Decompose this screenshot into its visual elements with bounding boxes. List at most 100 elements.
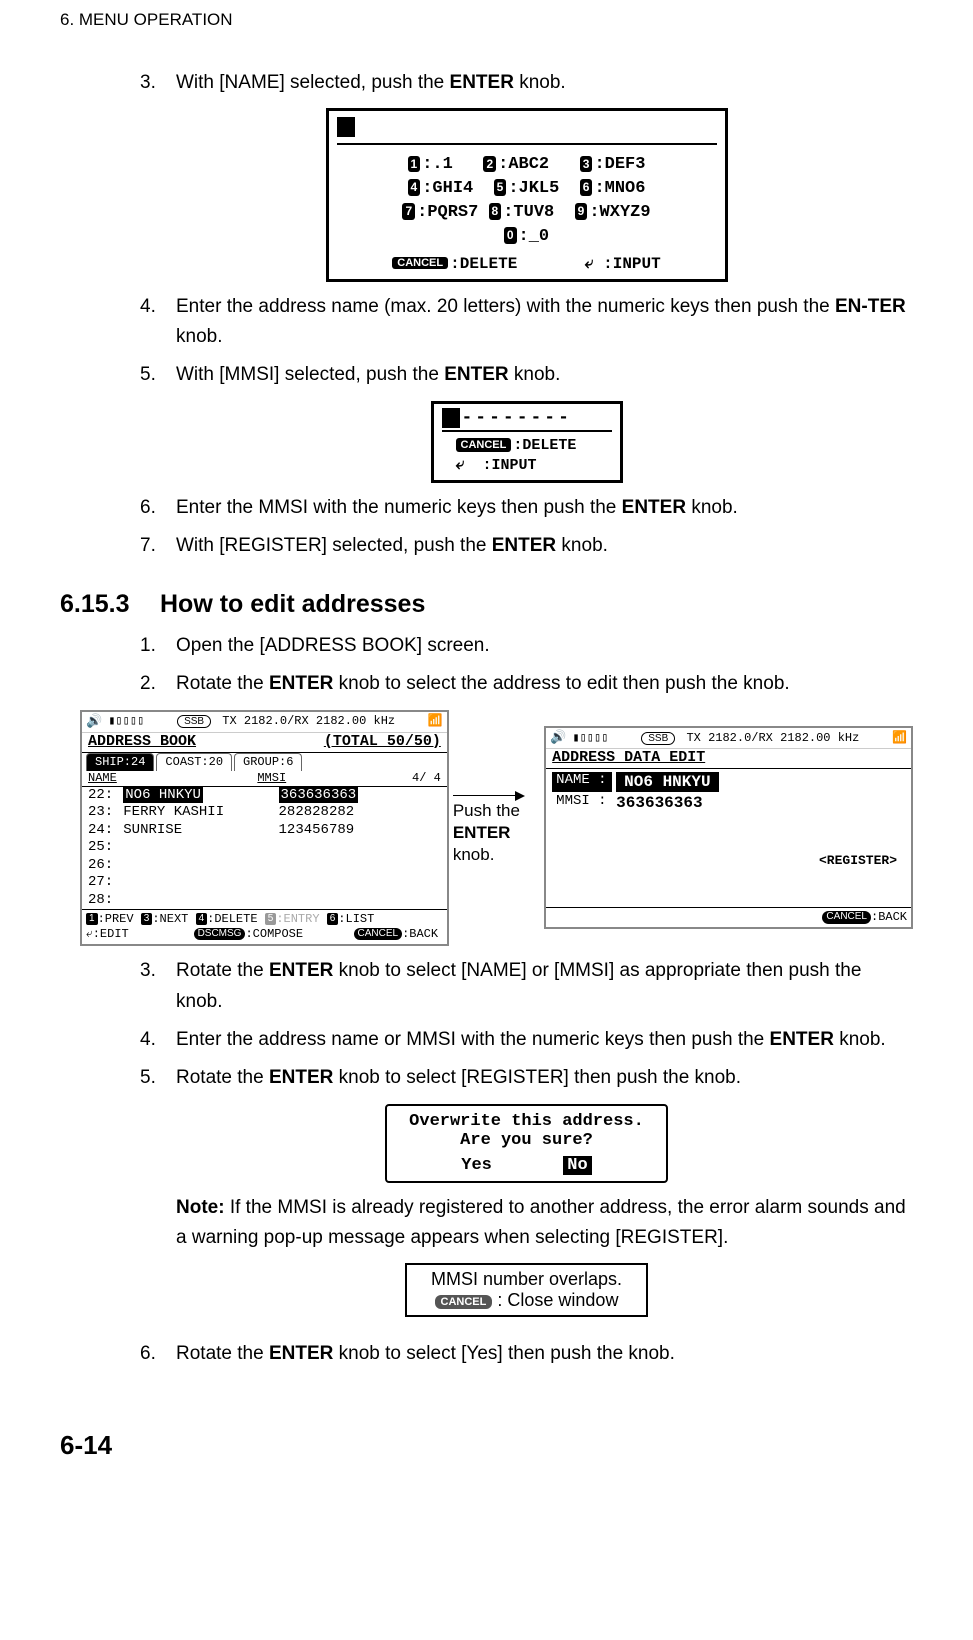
table-row[interactable]: 23:FERRY KASHII282828282: [88, 804, 441, 822]
transition-arrow: Push the ENTER knob.: [449, 789, 544, 866]
enter-arrow-icon: ⤶: [456, 455, 465, 476]
table-row[interactable]: 26:: [88, 857, 441, 875]
step-b6: 6. Rotate the ENTER knob to select [Yes]…: [140, 1339, 913, 1369]
step-b5-num: 5.: [140, 1063, 176, 1093]
foot-list: :LIST: [338, 912, 374, 926]
step-a5: 5. With [MMSI] selected, push the ENTER …: [140, 360, 913, 390]
key-2-icon: 2: [483, 156, 496, 173]
bar-indicator-icon: ▮▯▯▯▯: [108, 714, 144, 729]
enter-arrow-icon: ⤶: [86, 927, 93, 941]
cancel-key-icon: CANCEL: [456, 438, 512, 452]
key-7-label: :PQRS7: [417, 203, 478, 222]
key-6-label: :MNO6: [594, 179, 645, 198]
warning-close-label: : Close window: [497, 1290, 618, 1310]
mmsi-placeholder: --------: [462, 408, 572, 428]
key-3-icon: 3: [580, 156, 593, 173]
antenna-icon: 📶: [892, 731, 907, 746]
section-number: 6.15.3: [60, 590, 160, 619]
figure1-footer: CANCEL:DELETE ⤶ :INPUT: [337, 255, 717, 273]
step-a4-num: 4.: [140, 292, 176, 353]
cancel-key-icon: CANCEL: [354, 928, 403, 941]
name-field-label: NAME :: [552, 772, 612, 792]
foot-delete: :DELETE: [207, 912, 257, 926]
foot-back: :BACK: [402, 927, 438, 941]
table-row[interactable]: 25:: [88, 839, 441, 857]
confirm-no[interactable]: No: [563, 1156, 591, 1175]
register-button[interactable]: <REGISTER>: [552, 853, 905, 869]
step-b2-num: 2.: [140, 669, 176, 699]
step-b3-num: 3.: [140, 956, 176, 1017]
key-9-icon: 9: [575, 203, 588, 220]
foot-next: :NEXT: [152, 912, 188, 926]
screen1-subtitle: (TOTAL 50/50): [324, 733, 441, 752]
input-label: :INPUT: [603, 255, 661, 273]
section-title: How to edit addresses: [160, 590, 425, 619]
tab-group[interactable]: GROUP:6: [234, 753, 302, 771]
step-b3: 3. Rotate the ENTER knob to select [NAME…: [140, 956, 913, 1017]
address-rows: 22:NO6 HNKYU36363636323:FERRY KASHII2828…: [82, 787, 447, 910]
tab-ship[interactable]: SHIP:24: [86, 753, 154, 771]
step-a7-num: 7.: [140, 531, 176, 561]
step-b6-num: 6.: [140, 1339, 176, 1369]
cursor-icon: [442, 408, 460, 428]
key-4-label: :GHI4: [422, 179, 473, 198]
key-1-label: :.1: [422, 155, 453, 174]
step-b2-text: Rotate the ENTER knob to select the addr…: [176, 669, 913, 699]
col-page: 4/ 4: [384, 771, 440, 786]
key-6-icon: 6: [580, 179, 593, 196]
warning-line1: MMSI number overlaps.: [431, 1269, 622, 1290]
arrow-label: Push the ENTER knob.: [453, 800, 540, 866]
table-row[interactable]: 24:SUNRISE123456789: [88, 822, 441, 840]
input-label: :INPUT: [482, 457, 536, 474]
screen2-title: ADDRESS DATA EDIT: [552, 749, 705, 768]
step-a3: 3. With [NAME] selected, push the ENTER …: [140, 68, 913, 98]
mmsi-field-label: MMSI :: [552, 793, 612, 813]
mmsi-field-value[interactable]: 363636363: [616, 793, 702, 813]
section-heading: 6.15.3 How to edit addresses: [60, 590, 913, 619]
confirm-line1: Overwrite this address.: [409, 1112, 644, 1131]
cancel-key-icon: CANCEL: [435, 1295, 493, 1309]
step-b1-text: Open the [ADDRESS BOOK] screen.: [176, 631, 913, 661]
step-a5-text: With [MMSI] selected, push the ENTER kno…: [176, 360, 913, 390]
key-3-icon: 3: [141, 913, 153, 926]
key-8-label: :TUV8: [503, 203, 554, 222]
step-b4-num: 4.: [140, 1025, 176, 1055]
foot-prev: :PREV: [98, 912, 134, 926]
step-b5-text: Rotate the ENTER knob to select [REGISTE…: [176, 1063, 913, 1093]
note-line: Note: If the MMSI is already registered …: [140, 1193, 913, 1254]
step-b4: 4. Enter the address name or MMSI with t…: [140, 1025, 913, 1055]
key-0-icon: 0: [504, 227, 517, 244]
step-a6: 6. Enter the MMSI with the numeric keys …: [140, 493, 913, 523]
table-row[interactable]: 27:: [88, 874, 441, 892]
antenna-icon: 📶: [428, 714, 443, 729]
step-a6-num: 6.: [140, 493, 176, 523]
step-a3-num: 3.: [140, 68, 176, 98]
confirm-line2: Are you sure?: [409, 1131, 644, 1150]
arrow-icon: [453, 795, 523, 796]
note-text: Note: If the MMSI is already registered …: [176, 1193, 913, 1254]
step-a7: 7. With [REGISTER] selected, push the EN…: [140, 531, 913, 561]
col-mmsi: MMSI: [257, 771, 384, 786]
step-b1-num: 1.: [140, 631, 176, 661]
dscmsg-key-icon: DSCMSG: [194, 928, 246, 941]
cancel-key-icon: CANCEL: [822, 911, 871, 924]
confirm-yes[interactable]: Yes: [461, 1156, 492, 1175]
step-a7-text: With [REGISTER] selected, push the ENTER…: [176, 531, 913, 561]
key-2-label: :ABC2: [498, 155, 549, 174]
table-row[interactable]: 22:NO6 HNKYU363636363: [88, 787, 441, 805]
speaker-icon: 🔊: [550, 730, 566, 746]
table-row[interactable]: 28:: [88, 892, 441, 910]
delete-label: :DELETE: [513, 437, 576, 454]
step-a4: 4. Enter the address name (max. 20 lette…: [140, 292, 913, 353]
tab-coast[interactable]: COAST:20: [156, 753, 232, 771]
key-1-icon: 1: [408, 156, 421, 173]
freq-readout: TX 2182.0/RX 2182.00 kHz: [222, 714, 395, 728]
enter-arrow-icon: ⤶: [585, 255, 594, 273]
page-number: 6-14: [60, 1430, 913, 1461]
ssb-badge: SSB: [177, 715, 211, 728]
step-a3-text: With [NAME] selected, push the ENTER kno…: [176, 68, 913, 98]
key-5-icon: 5: [494, 179, 507, 196]
speaker-icon: 🔊: [86, 714, 102, 730]
step-a4-text: Enter the address name (max. 20 letters)…: [176, 292, 913, 353]
name-field-value[interactable]: NO6 HNKYU: [616, 772, 718, 792]
